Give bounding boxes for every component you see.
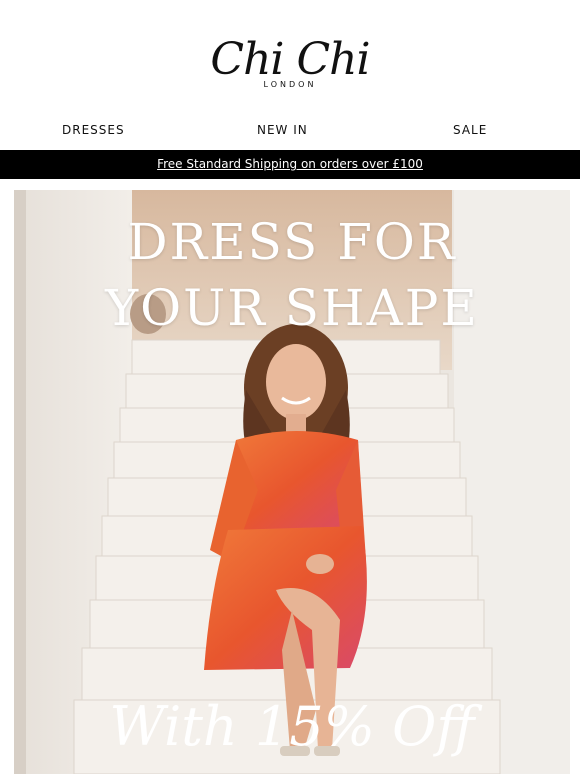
brand-location: LONDON: [263, 80, 317, 89]
shipping-banner: Free Standard Shipping on orders over £1…: [0, 150, 580, 179]
hero-banner[interactable]: DRESS FOR YOUR SHAPE With 15% Off: [14, 190, 570, 774]
shipping-link[interactable]: Free Standard Shipping on orders over £1…: [157, 157, 423, 171]
main-nav: DRESSES NEW IN SALE: [0, 123, 580, 141]
brand-logo[interactable]: Chi Chi LONDON: [0, 34, 580, 89]
nav-item-sale[interactable]: SALE: [453, 123, 487, 137]
nav-item-new-in[interactable]: NEW IN: [257, 123, 308, 137]
nav-item-dresses[interactable]: DRESSES: [62, 123, 125, 137]
hero-offer: With 15% Off: [109, 695, 475, 758]
hero-title-line1: DRESS FOR: [127, 213, 457, 271]
hero-title-line2: YOUR SHAPE: [105, 279, 479, 337]
brand-name: Chi Chi: [210, 34, 370, 85]
